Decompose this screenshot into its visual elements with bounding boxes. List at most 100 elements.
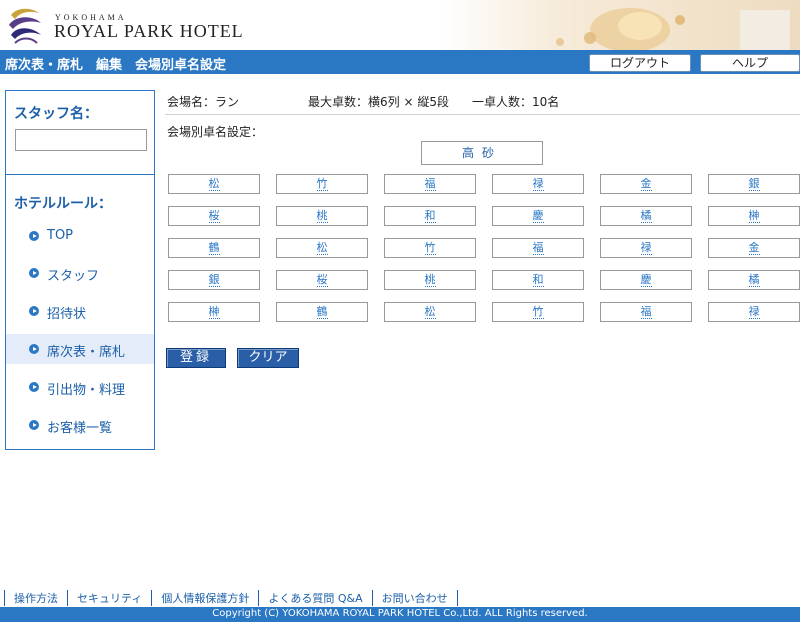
table-name-text: 銀 <box>748 177 760 191</box>
table-name-text: 鶴 <box>316 305 328 319</box>
table-name-cell[interactable]: 和 <box>384 206 476 226</box>
header-banner-image <box>440 0 800 50</box>
table-name-text: 鶴 <box>208 241 220 255</box>
footer-link-contact[interactable]: お問い合わせ <box>371 590 458 606</box>
table-name-text: 榊 <box>748 209 760 223</box>
table-name-text: 松 <box>316 241 328 255</box>
sidebar-item-label: お客様一覧 <box>47 421 113 436</box>
sidebar-item-label: TOP <box>47 228 74 243</box>
sidebar-item-seating[interactable]: 席次表・席札 <box>6 334 154 364</box>
table-name-text: 橘 <box>640 209 652 223</box>
arrow-bullet-icon <box>29 231 39 241</box>
table-name-cell[interactable]: 桃 <box>276 206 368 226</box>
table-name-cell[interactable]: 桃 <box>384 270 476 290</box>
arrow-bullet-icon <box>29 306 39 316</box>
table-name-setting-label: 会場別卓名設定： <box>167 125 264 139</box>
table-name-cell[interactable]: 禄 <box>492 174 584 194</box>
people-per-table: 一卓人数：10名 <box>472 95 560 109</box>
page-title: 席次表・席札 編集 会場別卓名設定 <box>5 58 227 73</box>
table-name-text: 金 <box>748 241 760 255</box>
table-name-text: 禄 <box>532 177 544 191</box>
arrow-bullet-icon <box>29 420 39 430</box>
table-name-text: 桃 <box>424 273 436 287</box>
sidebar-item-label: スタッフ <box>47 269 100 284</box>
venue-name: 会場名：ラン <box>167 95 240 109</box>
logout-button[interactable]: ログアウト <box>589 54 691 72</box>
table-name-text: 和 <box>532 273 544 287</box>
sidebar-divider <box>6 174 154 175</box>
footer-links: 操作方法 セキュリティ 個人情報保護方針 よくある質問 Q&A お問い合わせ <box>4 590 458 606</box>
table-name-text: 福 <box>532 241 544 255</box>
table-name-cell[interactable]: 榊 <box>708 206 800 226</box>
help-button[interactable]: ヘルプ <box>700 54 800 72</box>
arrow-bullet-icon <box>29 382 39 392</box>
sidebar-item-customer-list[interactable]: お客様一覧 <box>6 410 154 440</box>
table-name-cell[interactable]: 橘 <box>600 206 692 226</box>
table-name-cell[interactable]: 禄 <box>708 302 800 322</box>
table-name-cell[interactable]: 福 <box>384 174 476 194</box>
table-name-text: 桃 <box>316 209 328 223</box>
table-name-cell[interactable]: 銀 <box>168 270 260 290</box>
table-name-text: 桜 <box>208 209 220 223</box>
table-name-cell[interactable]: 禄 <box>600 238 692 258</box>
table-name-text: 福 <box>424 177 436 191</box>
table-name-text: 金 <box>640 177 652 191</box>
staff-name-label: スタッフ名： <box>14 106 98 122</box>
footer-bar: Copyright (C) YOKOHAMA ROYAL PARK HOTEL … <box>0 607 800 622</box>
footer-link-privacy-policy[interactable]: 個人情報保護方針 <box>151 590 258 606</box>
table-name-cell[interactable]: 竹 <box>492 302 584 322</box>
table-name-cell[interactable]: 鶴 <box>276 302 368 322</box>
sidebar-item-top[interactable]: TOP <box>6 221 154 251</box>
table-name-text: 福 <box>640 305 652 319</box>
logo-title: ROYAL PARK HOTEL <box>54 21 244 41</box>
footer-link-security[interactable]: セキュリティ <box>67 590 151 606</box>
clear-button[interactable]: クリア <box>237 348 299 368</box>
table-name-text: 慶 <box>532 209 544 223</box>
table-name-text: 桜 <box>316 273 328 287</box>
table-name-text: 竹 <box>424 241 436 255</box>
table-name-cell[interactable]: 鶴 <box>168 238 260 258</box>
max-tables: 最大卓数：横6列 × 縦5段 <box>308 95 449 109</box>
sidebar-item-gifts-cuisine[interactable]: 引出物・料理 <box>6 372 154 402</box>
table-name-cell[interactable]: 和 <box>492 270 584 290</box>
table-name-text: 橘 <box>748 273 760 287</box>
arrow-bullet-icon <box>29 268 39 278</box>
table-name-cell[interactable]: 福 <box>600 302 692 322</box>
table-name-cell[interactable]: 福 <box>492 238 584 258</box>
footer-link-faq[interactable]: よくある質問 Q&A <box>258 590 371 606</box>
staff-name-input[interactable] <box>15 129 147 151</box>
table-name-cell[interactable]: 榊 <box>168 302 260 322</box>
table-name-cell[interactable]: 銀 <box>708 174 800 194</box>
head-table-cell[interactable]: 高砂 <box>421 141 543 165</box>
footer-link-operation[interactable]: 操作方法 <box>4 590 67 606</box>
sidebar-item-invitation[interactable]: 招待状 <box>6 296 154 326</box>
table-name-text: 竹 <box>532 305 544 319</box>
table-name-cell[interactable]: 竹 <box>384 238 476 258</box>
table-name-text: 竹 <box>316 177 328 191</box>
table-name-text: 慶 <box>640 273 652 287</box>
table-name-text: 禄 <box>748 305 760 319</box>
table-name-cell[interactable]: 松 <box>276 238 368 258</box>
table-name-text: 松 <box>424 305 436 319</box>
main-divider <box>165 114 800 115</box>
sidebar-item-label: 席次表・席札 <box>47 345 126 360</box>
table-name-text: 和 <box>424 209 436 223</box>
header: YOKOHAMA ROYAL PARK HOTEL <box>0 0 800 50</box>
table-name-cell[interactable]: 橘 <box>708 270 800 290</box>
title-bar: 席次表・席札 編集 会場別卓名設定 ログアウト ヘルプ <box>0 50 800 74</box>
sidebar-item-label: 引出物・料理 <box>47 383 126 398</box>
table-name-text: 禄 <box>640 241 652 255</box>
table-name-cell[interactable]: 慶 <box>492 206 584 226</box>
table-name-cell[interactable]: 松 <box>384 302 476 322</box>
table-name-cell[interactable]: 桜 <box>168 206 260 226</box>
table-name-cell[interactable]: 金 <box>600 174 692 194</box>
register-button[interactable]: 登録 <box>166 348 226 368</box>
table-name-cell[interactable]: 桜 <box>276 270 368 290</box>
table-name-cell[interactable]: 慶 <box>600 270 692 290</box>
table-name-cell[interactable]: 金 <box>708 238 800 258</box>
sidebar-item-staff[interactable]: スタッフ <box>6 258 154 288</box>
copyright-text: Copyright (C) YOKOHAMA ROYAL PARK HOTEL … <box>212 608 588 619</box>
sidebar-item-label: 招待状 <box>47 307 87 322</box>
table-name-cell[interactable]: 松 <box>168 174 260 194</box>
table-name-cell[interactable]: 竹 <box>276 174 368 194</box>
